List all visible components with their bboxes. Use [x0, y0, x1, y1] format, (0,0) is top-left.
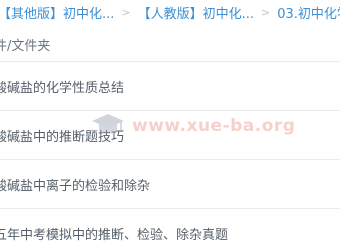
file-browser-page: 【其他版】初中化... > 【人教版】初中化... > 03.初中化学【 件/文…: [0, 0, 340, 252]
breadcrumb-item-renjiao-edition[interactable]: 【人教版】初中化...: [138, 3, 254, 22]
file-list: 酸碱盐的化学性质总结 酸碱盐中的推断题技巧 酸碱盐中离子的检验和除杂 五年中考模…: [0, 61, 340, 252]
breadcrumb-item-other-edition[interactable]: 【其他版】初中化...: [0, 3, 114, 22]
file-title[interactable]: 酸碱盐的化学性质总结: [0, 77, 124, 96]
file-title[interactable]: 酸碱盐中的推断题技巧: [0, 126, 124, 145]
breadcrumb-separator-icon: >: [261, 6, 271, 19]
breadcrumb: 【其他版】初中化... > 【人教版】初中化... > 03.初中化学【: [0, 0, 340, 25]
file-title[interactable]: 五年中考模拟中的推断、检验、除杂真题: [0, 224, 228, 243]
file-row[interactable]: 酸碱盐的化学性质总结: [0, 61, 340, 110]
folder-header-label: 件/文件夹: [0, 39, 51, 54]
breadcrumb-item-chemistry-folder[interactable]: 03.初中化学【: [277, 3, 340, 22]
file-row[interactable]: 酸碱盐中离子的检验和除杂: [0, 159, 340, 208]
file-title[interactable]: 酸碱盐中离子的检验和除杂: [0, 175, 150, 194]
file-row[interactable]: 五年中考模拟中的推断、检验、除杂真题: [0, 208, 340, 252]
breadcrumb-separator-icon: >: [121, 6, 131, 19]
file-row[interactable]: 酸碱盐中的推断题技巧: [0, 110, 340, 159]
